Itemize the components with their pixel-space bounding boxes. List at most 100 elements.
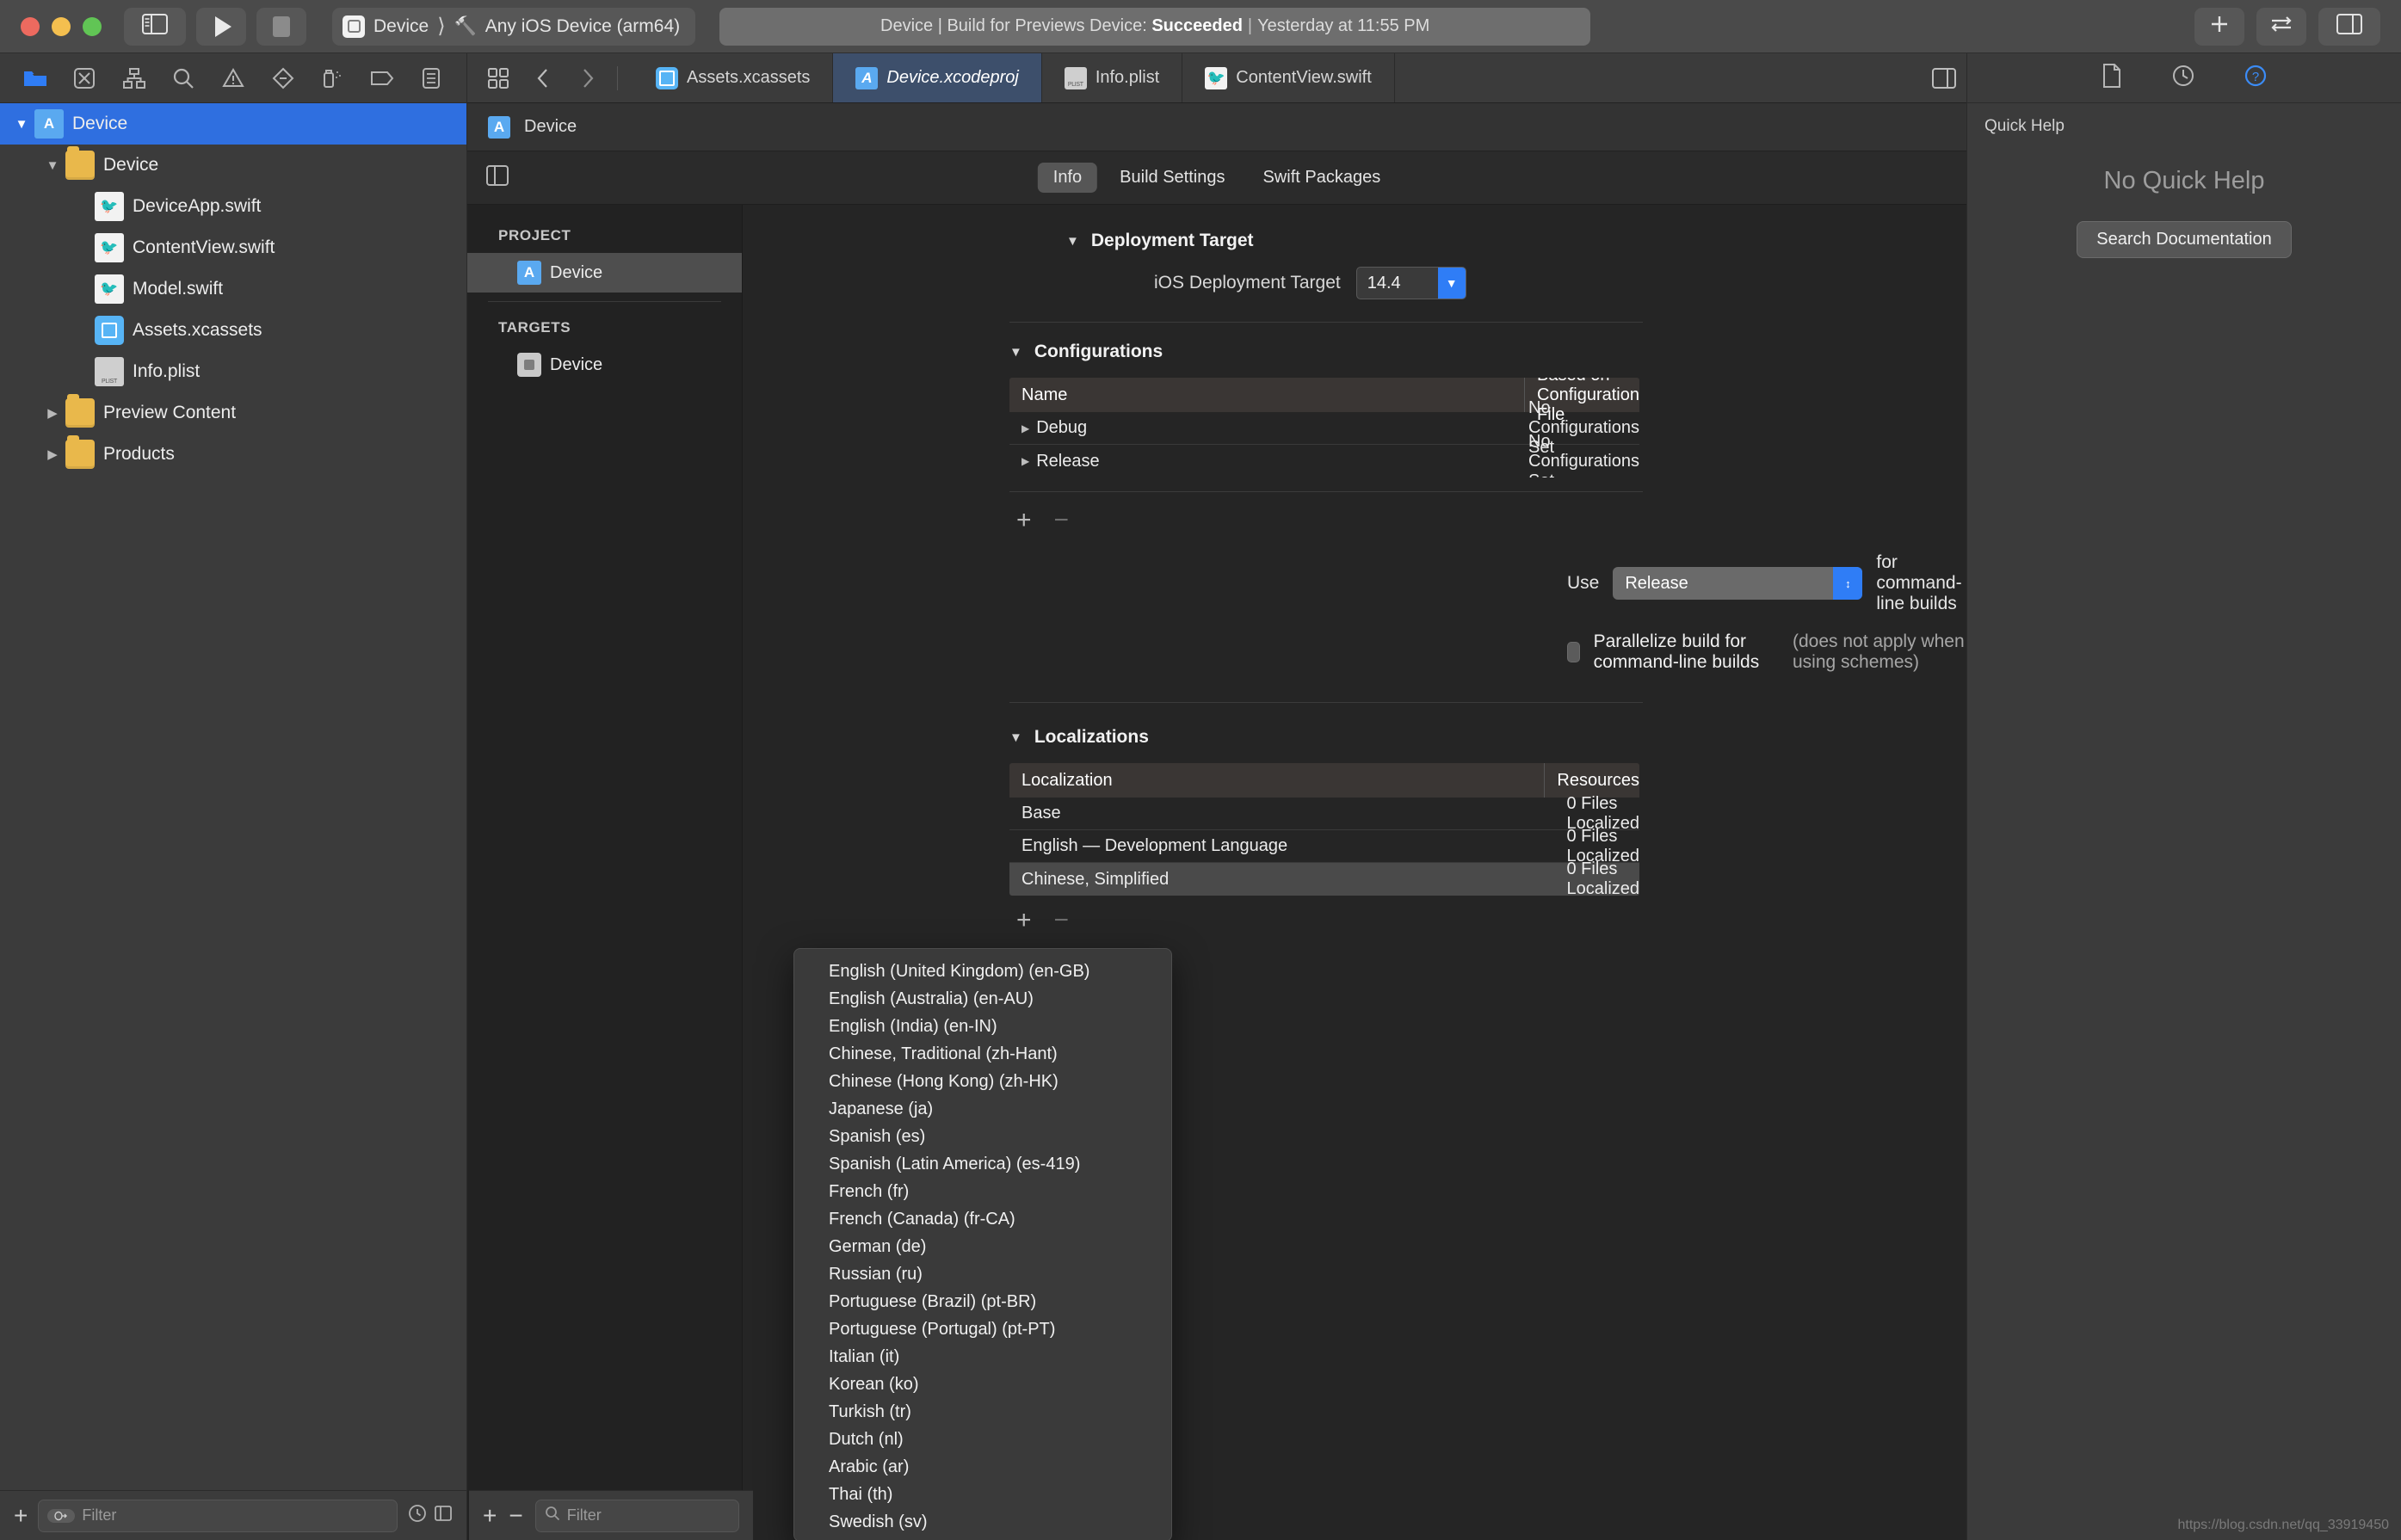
chevron-right-icon[interactable]: ▶ <box>1022 422 1029 434</box>
sidebar-item-symbol-navigator[interactable] <box>109 59 159 97</box>
minimize-button[interactable] <box>52 16 71 36</box>
menu-item[interactable]: Korean (ko) <box>794 1371 1171 1398</box>
chevron-right-icon[interactable] <box>40 405 65 421</box>
menu-item[interactable]: French (Canada) (fr-CA) <box>794 1205 1171 1233</box>
project-sidebar-toggle-icon[interactable] <box>486 163 509 192</box>
scheme-name[interactable]: Device <box>373 16 429 37</box>
navigate-forward-icon[interactable] <box>565 53 610 103</box>
deployment-target-select[interactable]: 14.4 ▼ <box>1355 267 1466 299</box>
table-row[interactable]: Chinese, Simplified 0 Files Localized <box>1009 859 1639 896</box>
editor-options-button[interactable] <box>2256 7 2306 46</box>
sidebar-item-issue-navigator[interactable] <box>208 59 258 97</box>
menu-item[interactable]: Chinese, Traditional (zh-Hant) <box>794 1040 1171 1068</box>
close-button[interactable] <box>21 16 40 36</box>
chevron-down-icon[interactable] <box>40 158 65 173</box>
tree-item-file[interactable]: DeviceApp.swift <box>0 186 466 227</box>
parallelize-checkbox[interactable] <box>1567 642 1580 662</box>
menu-item[interactable]: English (India) (en-IN) <box>794 1013 1171 1040</box>
remove-localization-button[interactable]: − <box>1054 908 1070 933</box>
jump-bar[interactable]: Device <box>467 103 1966 151</box>
menu-item[interactable]: Arabic (ar) <box>794 1453 1171 1481</box>
tab-build-settings[interactable]: Build Settings <box>1104 163 1240 193</box>
search-documentation-button[interactable]: Search Documentation <box>2077 221 2292 258</box>
tree-item-file[interactable]: ContentView.swift <box>0 227 466 268</box>
chevron-down-icon[interactable]: ▼ <box>1009 730 1022 745</box>
configurations-section-header[interactable]: ▼ Configurations <box>743 342 1966 362</box>
destination-name[interactable]: Any iOS Device (arm64) <box>485 16 680 37</box>
tree-item-folder[interactable]: Device <box>0 145 466 186</box>
editor-layout-icon[interactable] <box>476 53 521 103</box>
sidebar-item-find-navigator[interactable] <box>159 59 209 97</box>
menu-item[interactable]: Thai (th) <box>794 1481 1171 1508</box>
tree-item-folder[interactable]: Products <box>0 434 466 475</box>
search-input[interactable]: Filter <box>38 1499 398 1532</box>
chevron-right-icon[interactable] <box>40 447 65 462</box>
sidebar-item-breakpoint-navigator[interactable] <box>357 59 407 97</box>
menu-item[interactable]: Russian (ru) <box>794 1260 1171 1288</box>
tab-history-inspector[interactable] <box>2171 64 2195 92</box>
add-file-button[interactable]: + <box>14 1503 28 1528</box>
tab-info[interactable]: Info <box>1037 163 1098 193</box>
chevron-down-icon[interactable] <box>9 117 34 132</box>
sidebar-item-debug-navigator[interactable] <box>307 59 357 97</box>
activity-status-bar[interactable]: Device | Build for Previews Device: Succ… <box>719 7 1591 46</box>
menu-item[interactable]: Spanish (es) <box>794 1123 1171 1150</box>
project-filter-input[interactable]: Filter <box>534 1499 739 1532</box>
tree-item-file[interactable]: Info.plist <box>0 351 466 392</box>
project-file-tree[interactable]: Device Device DeviceApp.swift ContentVie… <box>0 103 466 1490</box>
tab-device-xcodeproj[interactable]: Device.xcodeproj <box>833 53 1042 102</box>
inspector-toggle-button[interactable] <box>2318 7 2380 46</box>
menu-item[interactable]: German (de) <box>794 1233 1171 1260</box>
scheme-destination-control[interactable]: Device ⟩ 🔨 Any iOS Device (arm64) <box>332 7 696 46</box>
add-localization-button[interactable]: + <box>1016 908 1032 933</box>
add-configuration-button[interactable]: + <box>1016 508 1032 533</box>
chevron-down-icon[interactable]: ▼ <box>1009 345 1022 360</box>
table-row[interactable]: ▶ Release No Configurations Set <box>1009 432 1639 478</box>
menu-item[interactable]: English (Australia) (en-AU) <box>794 985 1171 1013</box>
menu-item[interactable]: Italian (it) <box>794 1343 1171 1371</box>
source-control-filter-icon[interactable] <box>434 1504 453 1527</box>
sidebar-item-project-navigator[interactable] <box>10 59 60 97</box>
menu-item[interactable]: English (United Kingdom) (en-GB) <box>794 958 1171 985</box>
zoom-button[interactable] <box>83 16 102 36</box>
tab-swift-packages[interactable]: Swift Packages <box>1247 163 1396 193</box>
command-line-config-select[interactable]: Release ↕ <box>1613 567 1863 600</box>
menu-item[interactable]: Spanish (Latin America) (es-419) <box>794 1150 1171 1178</box>
sidebar-item-report-navigator[interactable] <box>407 59 457 97</box>
run-button[interactable] <box>196 7 246 46</box>
target-item-device[interactable]: Device <box>467 345 742 385</box>
table-row[interactable]: Base 0 Files Localized <box>1009 794 1639 833</box>
menu-item[interactable]: Japanese (ja) <box>794 1095 1171 1123</box>
remove-target-button[interactable]: − <box>509 1503 522 1528</box>
stop-button[interactable] <box>256 7 306 46</box>
deployment-target-section-header[interactable]: ▼ Deployment Target <box>743 231 1966 251</box>
menu-item[interactable]: Chinese (Hong Kong) (zh-HK) <box>794 1068 1171 1095</box>
tab-contentview-swift[interactable]: ContentView.swift <box>1182 53 1395 102</box>
tree-item-file[interactable]: Model.swift <box>0 268 466 310</box>
add-target-button[interactable]: + <box>483 1503 497 1528</box>
tab-assets-xcassets[interactable]: Assets.xcassets <box>633 53 834 102</box>
menu-item[interactable]: Portuguese (Portugal) (pt-PT) <box>794 1315 1171 1343</box>
localizations-section-header[interactable]: ▼ Localizations <box>743 727 1966 748</box>
sidebar-item-test-navigator[interactable] <box>258 59 308 97</box>
navigate-back-icon[interactable] <box>521 53 565 103</box>
chevron-down-icon[interactable]: ▼ <box>1066 234 1079 249</box>
tree-item-folder[interactable]: Preview Content <box>0 392 466 434</box>
chevron-right-icon[interactable]: ▶ <box>1022 455 1029 467</box>
menu-item[interactable]: Portuguese (Brazil) (pt-BR) <box>794 1288 1171 1315</box>
tree-item-file[interactable]: Assets.xcassets <box>0 310 466 351</box>
tab-info-plist[interactable]: Info.plist <box>1042 53 1183 102</box>
tab-quick-help-inspector[interactable]: ? <box>2244 64 2268 92</box>
tab-file-inspector[interactable] <box>2101 63 2123 93</box>
filter-scope-pill[interactable] <box>47 1508 76 1523</box>
sidebar-toggle-button[interactable] <box>124 7 186 46</box>
sidebar-item-source-control-navigator[interactable] <box>60 59 110 97</box>
tree-item-project[interactable]: Device <box>0 103 466 145</box>
menu-item[interactable]: Dutch (nl) <box>794 1426 1171 1453</box>
menu-item[interactable]: Swedish (sv) <box>794 1508 1171 1536</box>
table-row[interactable]: English — Development Language 0 Files L… <box>1009 827 1639 865</box>
editor-split-icon[interactable] <box>1922 53 1966 103</box>
add-editor-button[interactable] <box>2194 7 2244 46</box>
menu-item[interactable]: Turkish (tr) <box>794 1398 1171 1426</box>
menu-item[interactable]: French (fr) <box>794 1178 1171 1205</box>
